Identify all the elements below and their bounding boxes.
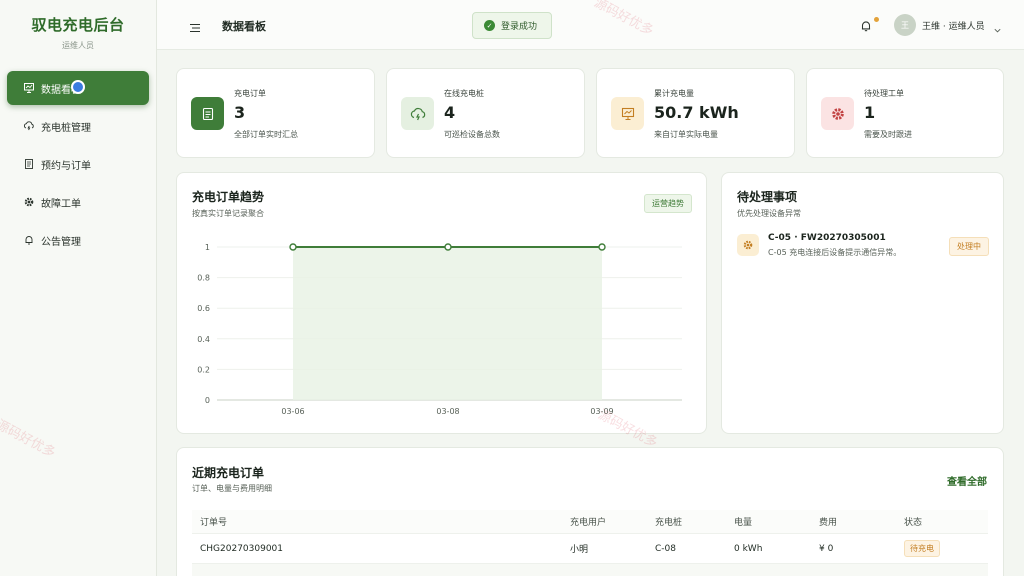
document-icon [191,97,224,130]
stat-note: 来自订单实际电量 [654,130,718,139]
table-header: 订单号 充电用户 充电桩 电量 费用 状态 [192,510,988,534]
notification-bell-icon[interactable] [859,18,873,32]
pending-title: 待处理事项 [737,190,798,204]
sidebar-item-label: 公告管理 [41,236,81,248]
column-header: 费用 [819,518,838,528]
stat-card-tickets: 待处理工单 1 需要及时跟进 [806,68,1004,158]
stat-note: 全部订单实时汇总 [234,130,298,139]
chart-board-icon [23,82,35,94]
column-header: 充电桩 [655,518,683,528]
pending-card: 待处理事项 优先处理设备异常 C-05 · FW20270305001 C-05… [721,172,1004,434]
table-row[interactable]: CHG20270309001 小明 C-08 0 kWh ¥ 0 待充电 [192,534,988,564]
orders-subtitle: 订单、电量与费用明细 [192,484,272,493]
column-header: 充电用户 [570,518,607,528]
stat-label: 在线充电桩 [444,89,484,98]
orders-table: 订单号 充电用户 充电桩 电量 费用 状态 CHG20270309001 小明 … [192,510,988,576]
brand: 驭电充电后台 运维人员 [0,0,156,51]
sidebar-nav: 数据看板 充电桩管理 预约与订单 故障工单 公告管理 [0,71,156,257]
bell-icon [23,234,35,246]
trend-area [293,247,602,400]
x-tick-label: 03-06 [281,407,304,416]
order-fee: ¥ 0 [819,543,834,554]
order-id: CHG20270309001 [200,543,284,554]
trend-chart: 0 0.2 0.4 0.6 0.8 1 03-06 03-08 03-09 [197,243,682,416]
order-user: 小明 [570,545,589,555]
column-header: 订单号 [200,518,228,528]
y-tick-label: 0.8 [197,274,210,283]
pending-item-desc: C-05 充电连接后设备提示通信异常。 [768,248,902,257]
sidebar-item-label: 预约与订单 [41,160,91,172]
stat-value: 3 [234,103,246,122]
chart-icon [611,97,644,130]
user-name[interactable]: 王维 · 运维人员 [922,19,985,32]
stat-value: 1 [864,103,876,122]
page-title: 数据看板 [222,20,266,33]
pending-subtitle: 优先处理设备异常 [737,209,801,218]
x-tick-label: 03-08 [436,407,459,416]
chevron-down-icon[interactable] [993,20,1002,33]
cloud-icon [401,97,434,130]
table-row-partial [192,564,988,576]
cloud-charger-icon [23,120,35,132]
stat-value: 50.7 kWh [654,103,739,122]
y-tick-label: 0.6 [197,304,210,313]
mouse-cursor [71,80,85,94]
stat-card-energy: 累计充电量 50.7 kWh 来自订单实际电量 [596,68,795,158]
sidebar-item-label: 充电桩管理 [41,122,91,134]
brand-subtitle: 运维人员 [62,41,94,50]
sidebar-item-faults[interactable]: 故障工单 [7,185,149,219]
gear-icon [821,97,854,130]
stat-note: 需要及时跟进 [864,130,912,139]
y-tick-label: 0.2 [197,365,210,374]
stat-label: 累计充电量 [654,89,694,98]
check-circle-icon: ✓ [484,20,495,31]
sidebar-item-dashboard[interactable]: 数据看板 [7,71,149,105]
stat-label: 充电订单 [234,89,266,98]
stat-card-chargers: 在线充电桩 4 可巡检设备总数 [386,68,585,158]
brand-title: 驭电充电后台 [31,16,125,34]
data-point [289,243,297,251]
avatar[interactable]: 王 [894,14,916,36]
y-tick-label: 1 [205,243,210,252]
view-all-link[interactable]: 查看全部 [947,473,987,488]
stat-note: 可巡检设备总数 [444,130,500,139]
notification-dot [874,17,879,22]
sidebar-item-label: 故障工单 [41,198,81,210]
stat-value: 4 [444,103,456,122]
status-badge: 待充电 [904,540,940,557]
toast-text: 登录成功 [501,22,538,32]
x-tick-label: 03-09 [590,407,613,416]
sidebar-item-orders[interactable]: 预约与订单 [7,147,149,181]
stat-label: 待处理工单 [864,89,904,98]
top-header: 数据看板 ✓ 登录成功 王 王维 · 运维人员 [157,0,1024,50]
pending-item-title: C-05 · FW20270305001 [768,233,886,243]
order-pile: C-08 [655,543,676,554]
y-tick-label: 0 [205,396,210,405]
data-point [444,243,452,251]
login-success-toast: ✓ 登录成功 [472,12,552,39]
data-point [598,243,606,251]
sidebar: 驭电充电后台 运维人员 数据看板 充电桩管理 预约与订单 故障工单 公告管理 [0,0,157,576]
order-energy: 0 kWh [734,543,763,554]
orders-title: 近期充电订单 [192,466,265,480]
stat-card-orders: 充电订单 3 全部订单实时汇总 [176,68,375,158]
sidebar-item-announcements[interactable]: 公告管理 [7,223,149,257]
order-status-cell: 待充电 [904,540,988,557]
menu-toggle-icon[interactable] [189,19,201,33]
status-badge: 处理中 [949,237,989,256]
column-header: 电量 [734,518,753,528]
order-trend-card: 充电订单趋势 按真实订单记录聚合 运营趋势 0 0.2 0.4 0.6 0.8 1 03-0… [176,172,707,434]
gear-icon [737,234,759,256]
recent-orders-card: 近期充电订单 订单、电量与费用明细 查看全部 订单号 充电用户 充电桩 电量 费… [176,447,1004,576]
sidebar-item-chargers[interactable]: 充电桩管理 [7,109,149,143]
document-list-icon [23,158,35,170]
gear-icon [23,196,35,208]
y-tick-label: 0.4 [197,335,210,344]
column-header: 状态 [904,518,923,528]
